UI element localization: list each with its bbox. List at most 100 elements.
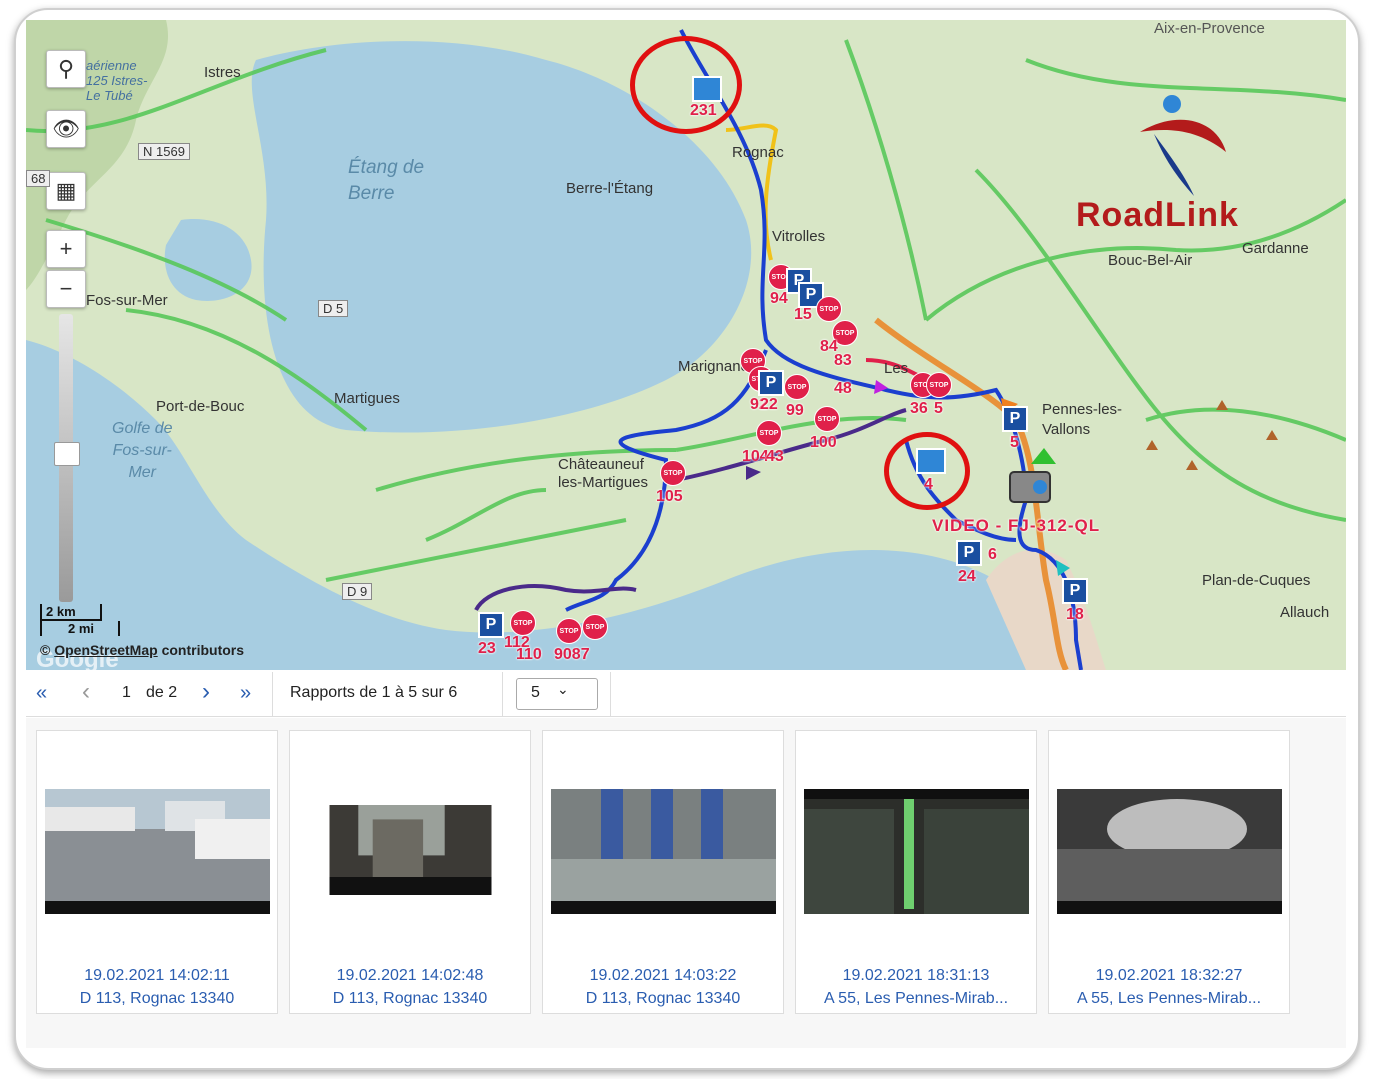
- page-total: de 2: [146, 684, 178, 701]
- marker-48[interactable]: 48: [834, 380, 852, 398]
- stop-marker[interactable]: STOP: [756, 420, 782, 446]
- thumbnail-address: D 113, Rognac 13340: [79, 990, 235, 1007]
- camera-snapshot[interactable]: [551, 789, 776, 914]
- thumbnail-date: 19.02.2021 14:02:11: [84, 967, 230, 984]
- thumbnail-address: A 55, Les Pennes-Mirab...: [1076, 990, 1262, 1007]
- attribution-copyright: ©: [40, 642, 51, 658]
- label-martigues: Martigues: [334, 390, 400, 407]
- label-d9: D 9: [342, 583, 373, 600]
- label-aix: Aix-en-Provence: [1154, 20, 1265, 37]
- label-d5: D 5: [318, 300, 349, 317]
- thumbnail-address: A 55, Les Pennes-Mirab...: [823, 990, 1009, 1007]
- stop-marker[interactable]: STOP: [510, 610, 536, 636]
- camera-snapshot[interactable]: [1057, 789, 1282, 914]
- first-page-button[interactable]: «: [36, 682, 47, 705]
- stop-marker[interactable]: STOP: [556, 618, 582, 644]
- prev-page-button[interactable]: ‹: [82, 678, 90, 706]
- marker-99[interactable]: 99: [786, 402, 804, 420]
- marker-105[interactable]: 105: [656, 488, 683, 506]
- marker-9087[interactable]: 9087: [554, 646, 590, 664]
- thumbnail-card[interactable]: 19.02.2021 14:02:11 D 113, Rognac 13340: [36, 730, 278, 1014]
- stop-marker[interactable]: STOP: [816, 296, 842, 322]
- thumbnail-card[interactable]: 19.02.2021 14:03:22 D 113, Rognac 13340: [542, 730, 784, 1014]
- label-chateauneuf: Châteauneuf les-Martigues: [558, 456, 649, 491]
- map-icon: ▦: [55, 178, 77, 203]
- divider: [272, 672, 273, 716]
- label-port-de-bouc: Port-de-Bouc: [156, 398, 245, 415]
- label-berre: Berre-l'Étang: [566, 180, 654, 197]
- marker-110[interactable]: 110: [516, 646, 542, 664]
- pagination-bar: « ‹ 1 de 2 › » Rapports de 1 à 5 sur 6 5…: [26, 672, 1346, 717]
- marker-94[interactable]: 94: [770, 290, 788, 308]
- map-view[interactable]: ⚲ 👁 ▦ + − Istres aérienne 125 Istres- Le…: [26, 20, 1346, 670]
- thumbnail-card[interactable]: 19.02.2021 18:31:13 A 55, Les Pennes-Mir…: [795, 730, 1037, 1014]
- divider: [610, 672, 611, 716]
- label-plan-de-cuques: Plan-de-Cuques: [1202, 572, 1311, 589]
- label-etang-de-berre: Étang de Berre: [348, 157, 425, 204]
- marker-18[interactable]: 18: [1066, 606, 1084, 624]
- marker-23[interactable]: 23: [478, 640, 496, 658]
- stop-marker[interactable]: STOP: [660, 460, 686, 486]
- marker-6[interactable]: 6: [988, 546, 997, 564]
- report-range: Rapports de 1 à 5 sur 6: [290, 684, 458, 701]
- per-page-select[interactable]: 5 ⌄: [516, 678, 598, 710]
- stop-marker[interactable]: STOP: [814, 406, 840, 432]
- visibility-control[interactable]: 👁: [46, 110, 86, 148]
- camera-snapshot[interactable]: [298, 805, 523, 895]
- report-thumbnails: 19.02.2021 14:02:11 D 113, Rognac 13340 …: [26, 718, 1346, 1048]
- map-attribution: © OpenStreetMap contributors: [40, 642, 244, 658]
- marker-36[interactable]: 36: [910, 400, 928, 418]
- parking-marker[interactable]: P: [758, 370, 784, 396]
- label-road-68: 68: [26, 170, 51, 187]
- marker-15[interactable]: 15: [794, 306, 812, 324]
- marker-5[interactable]: 5: [934, 400, 943, 418]
- label-vitrolles: Vitrolles: [772, 228, 826, 245]
- osm-link[interactable]: OpenStreetMap: [54, 642, 157, 658]
- thumbnail-date: 19.02.2021 18:31:13: [842, 967, 990, 984]
- thumbnail-card[interactable]: 19.02.2021 14:02:48 D 113, Rognac 13340: [289, 730, 531, 1014]
- zoom-in-button[interactable]: +: [46, 230, 86, 268]
- label-rognac: Rognac: [732, 144, 784, 161]
- next-page-button[interactable]: ›: [202, 678, 210, 706]
- marker-5b[interactable]: 5: [1010, 434, 1019, 452]
- parking-marker[interactable]: P: [1002, 406, 1028, 432]
- marker-100[interactable]: 100: [810, 434, 837, 452]
- marker-24[interactable]: 24: [958, 568, 976, 586]
- last-page-button[interactable]: »: [240, 682, 251, 705]
- per-page-value: 5: [531, 684, 540, 701]
- eye-icon: 👁: [52, 116, 80, 141]
- marker-22[interactable]: 22: [760, 396, 778, 414]
- label-golfe: Golfe de Fos-sur- Mer: [112, 420, 173, 481]
- parking-marker[interactable]: P: [1062, 578, 1088, 604]
- parking-marker[interactable]: P: [478, 612, 504, 638]
- search-control[interactable]: ⚲: [46, 50, 86, 88]
- zoom-slider-handle[interactable]: [54, 442, 80, 466]
- parking-marker[interactable]: P: [956, 540, 982, 566]
- camera-snapshot[interactable]: [804, 789, 1029, 914]
- label-n1569: N 1569: [138, 143, 190, 160]
- thumbnail-date: 19.02.2021 14:03:22: [589, 967, 737, 984]
- chevron-down-icon: ⌄: [557, 681, 569, 697]
- roadlink-logo-text: RoadLink: [1076, 196, 1239, 234]
- vehicle-video-label[interactable]: VIDEO - FJ-312-QL: [932, 516, 1100, 536]
- thumbnail-card[interactable]: 19.02.2021 18:32:27 A 55, Les Pennes-Mir…: [1048, 730, 1290, 1014]
- stop-marker[interactable]: STOP: [926, 372, 952, 398]
- marker-104[interactable]: 104: [742, 448, 769, 466]
- map-layers-control[interactable]: ▦: [46, 172, 86, 210]
- zoom-out-button[interactable]: −: [46, 270, 86, 308]
- thumbnail-date: 19.02.2021 14:02:48: [336, 967, 484, 984]
- stop-marker[interactable]: STOP: [582, 614, 608, 640]
- attribution-suffix: contributors: [161, 642, 245, 658]
- thumbnail-date: 19.02.2021 18:32:27: [1095, 967, 1243, 984]
- marker-83[interactable]: 83: [834, 352, 852, 370]
- marker-43[interactable]: 43: [766, 448, 784, 466]
- label-pennes: Pennes-les- Vallons: [1042, 401, 1123, 438]
- label-fos: Fos-sur-Mer: [86, 292, 168, 309]
- label-allauch: Allauch: [1280, 604, 1330, 621]
- label-bouc-bel-air: Bouc-Bel-Air: [1108, 252, 1193, 269]
- highlight-circle: [630, 36, 742, 134]
- roadlink-logo-icon: [1140, 95, 1226, 196]
- label-les: Les: [884, 360, 909, 377]
- camera-snapshot[interactable]: [45, 789, 270, 914]
- stop-marker[interactable]: STOP: [784, 374, 810, 400]
